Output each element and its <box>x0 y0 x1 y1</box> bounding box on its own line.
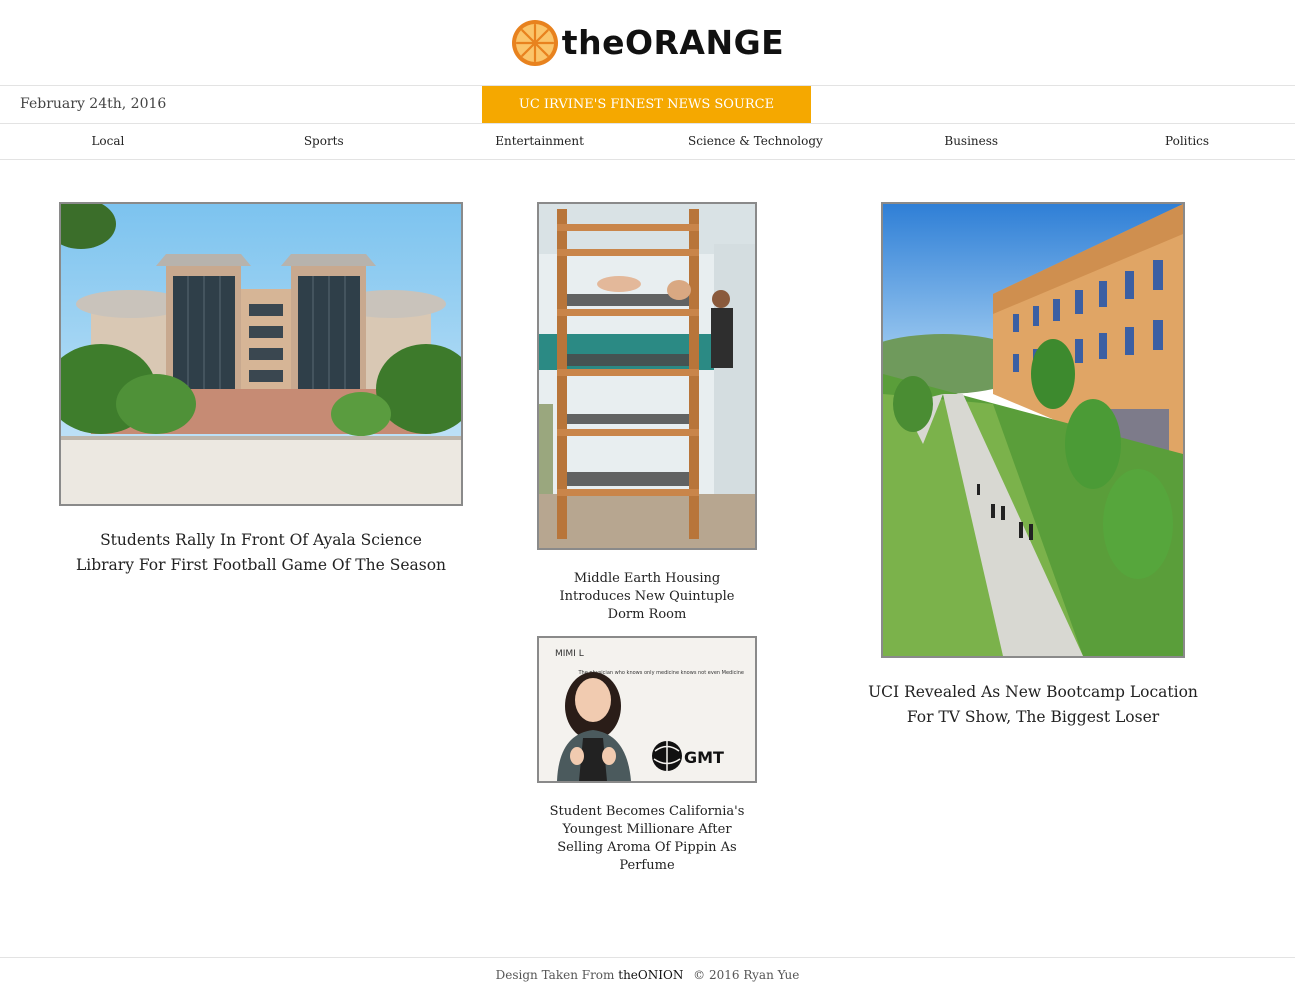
article-card[interactable]: Students Rally In Front Of Ayala Science… <box>59 202 463 578</box>
nav-item-business[interactable]: Business <box>863 124 1079 159</box>
science-library-photo[interactable] <box>59 202 463 506</box>
logo-text: theORANGE <box>561 23 785 62</box>
article-headline[interactable]: UCI Revealed As New Bootcamp Location Fo… <box>856 680 1210 730</box>
campus-walkway-photo[interactable] <box>881 202 1185 658</box>
nav-item-politics[interactable]: Politics <box>1079 124 1295 159</box>
footer-onion-link[interactable]: theONION <box>618 968 683 982</box>
site-footer: Design Taken From theONION © 2016 Ryan Y… <box>0 957 1295 988</box>
tagline-banner: UC IRVINE'S FINEST NEWS SOURCE <box>482 86 811 123</box>
article-card[interactable]: UCI Revealed As New Bootcamp Location Fo… <box>868 202 1198 730</box>
nav-item-local[interactable]: Local <box>0 124 216 159</box>
page: theORANGE February 24th, 2016 UC IRVINE'… <box>0 0 1295 988</box>
ad-brand-text: GMT <box>684 748 724 767</box>
article-headline[interactable]: Middle Earth Housing Introduces New Quin… <box>542 570 752 624</box>
article-card[interactable]: Middle Earth Housing Introduces New Quin… <box>537 202 757 624</box>
info-bar: February 24th, 2016 UC IRVINE'S FINEST N… <box>0 86 1295 124</box>
article-card[interactable]: MIMI L The physician who knows only medi… <box>537 636 757 875</box>
bunk-bed-photo[interactable] <box>537 202 757 550</box>
current-date: February 24th, 2016 <box>20 96 167 112</box>
main-nav: Local Sports Entertainment Science & Tec… <box>0 124 1295 160</box>
nav-item-sports[interactable]: Sports <box>216 124 432 159</box>
site-logo[interactable]: theORANGE <box>511 19 784 67</box>
student-portrait-photo[interactable]: MIMI L The physician who knows only medi… <box>537 636 757 783</box>
footer-credit: Design Taken From <box>495 968 615 982</box>
article-headline[interactable]: Students Rally In Front Of Ayala Science… <box>71 528 451 578</box>
nav-item-entertainment[interactable]: Entertainment <box>432 124 648 159</box>
article-headline[interactable]: Student Becomes California's Youngest Mi… <box>542 803 752 875</box>
ad-corner-text: MIMI L <box>555 649 584 659</box>
orange-slice-icon <box>511 19 558 66</box>
nav-item-science-technology[interactable]: Science & Technology <box>647 124 863 159</box>
footer-copyright: © 2016 Ryan Yue <box>693 968 800 982</box>
site-header: theORANGE <box>0 0 1295 86</box>
